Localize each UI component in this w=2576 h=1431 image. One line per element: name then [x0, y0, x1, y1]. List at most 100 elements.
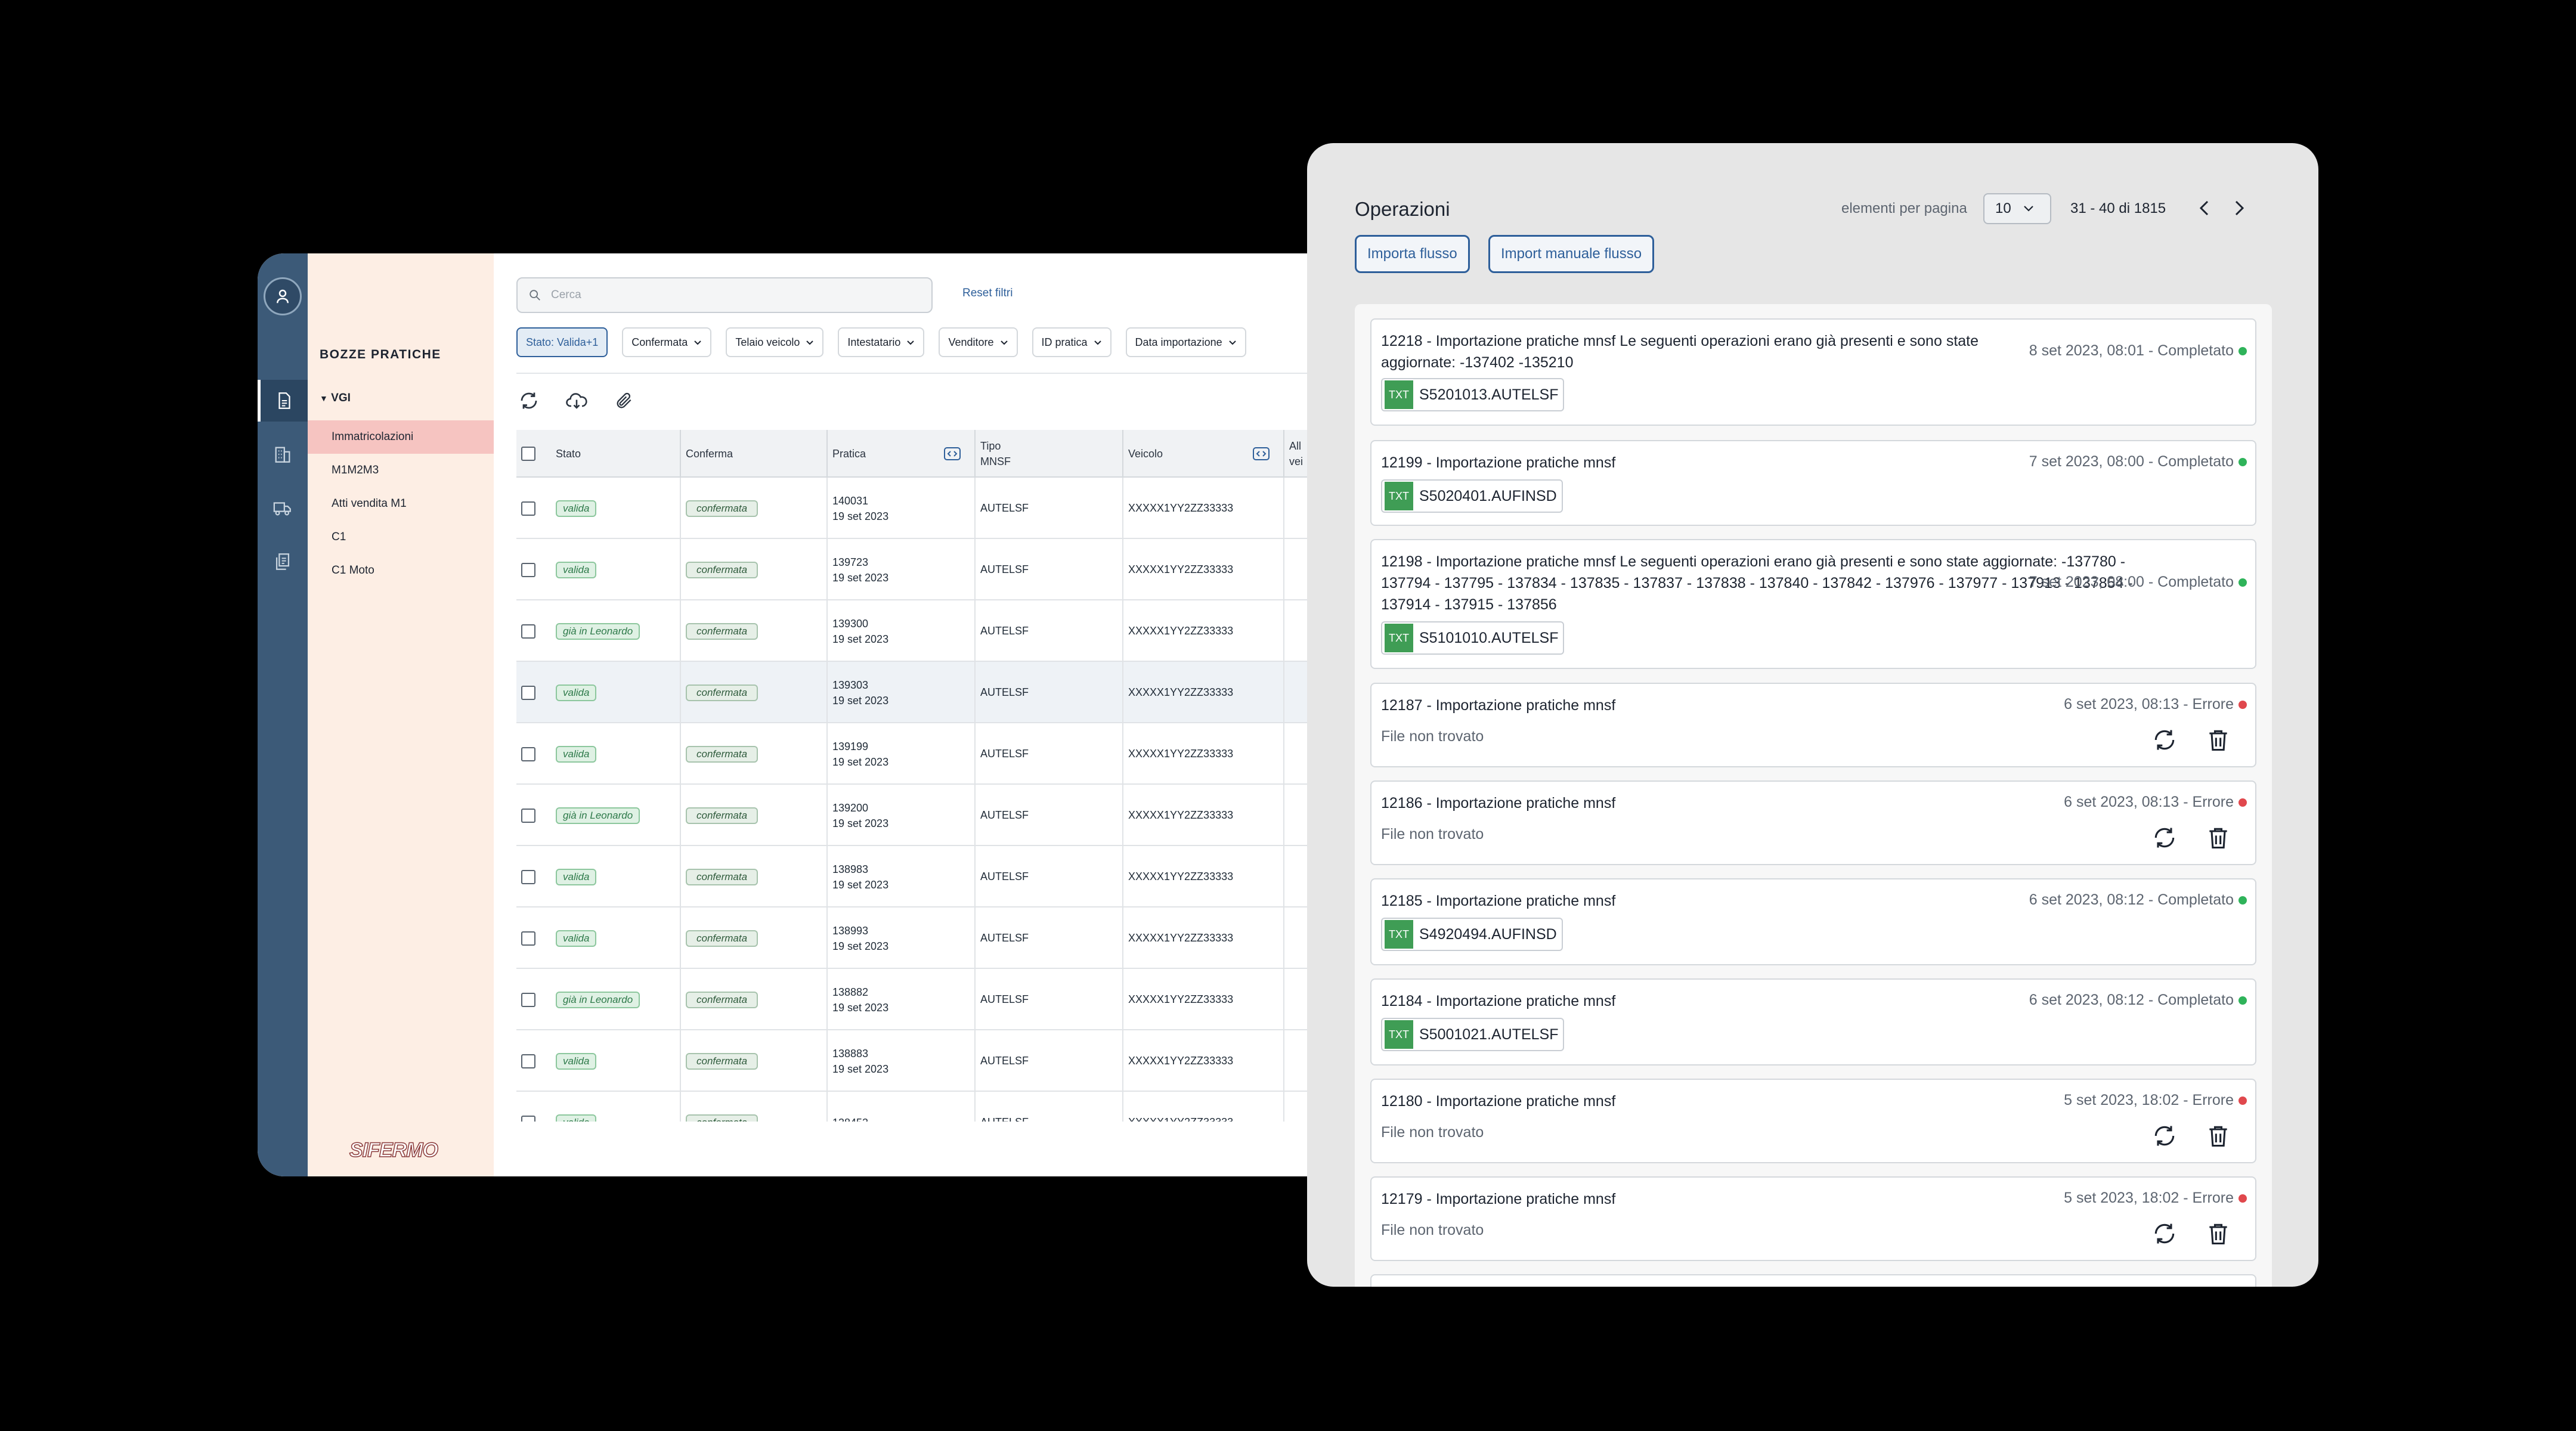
refresh-button[interactable] — [516, 388, 541, 413]
filter-3[interactable]: Intestatario — [838, 327, 925, 357]
subnav-item-atti-vendita[interactable]: Atti vendita M1 — [308, 487, 494, 521]
file-chip[interactable]: TXT S5020401.AUFINSD — [1381, 479, 1563, 513]
veicolo-value: XXXXX1YY2ZZ33333 — [1128, 871, 1234, 882]
header-extra-line1: All — [1289, 440, 1302, 452]
filter-1[interactable]: Confermata — [622, 327, 712, 357]
header-veicolo[interactable]: Veicolo — [1123, 430, 1284, 478]
chevron-down-icon — [806, 336, 814, 349]
attach-button[interactable] — [612, 388, 637, 413]
tipo-value: AUTELSF — [980, 502, 1029, 514]
row-checkbox[interactable] — [521, 562, 535, 577]
subnav-item-c1-moto[interactable]: C1 Moto — [308, 554, 494, 587]
header-stato[interactable]: Stato — [551, 430, 681, 478]
file-chip[interactable]: TXT S5101010.AUTELSF — [1381, 621, 1565, 655]
row-checkbox[interactable] — [521, 869, 535, 884]
table-row[interactable]: valida confermata 139199 19 set 2023 AUTELSF… — [516, 723, 1331, 785]
file-chip[interactable]: TXT S4920494.AUFINSD — [1381, 918, 1563, 951]
file-chip[interactable]: TXT S5001021.AUTELSF — [1381, 1018, 1565, 1051]
operation-status: 6 set 2023, 08:13 - Errore — [2064, 696, 2247, 713]
cell-veicolo: XXXXX1YY2ZZ33333 — [1123, 539, 1284, 600]
delete-button[interactable] — [2205, 727, 2231, 756]
select-all-checkbox[interactable] — [521, 447, 535, 461]
subnav-item-immatricolazioni[interactable]: Immatricolazioni — [308, 420, 494, 454]
per-page-select[interactable]: 10 — [1983, 193, 2051, 224]
delete-button[interactable] — [2205, 1221, 2231, 1250]
reset-filters-link[interactable]: Reset filtri — [962, 287, 1013, 300]
filter-6[interactable]: Data importazione — [1125, 327, 1246, 357]
header-veicolo-label: Veicolo — [1128, 447, 1163, 460]
import-flow-button[interactable]: Importa flusso — [1355, 235, 1470, 273]
subnav-group-vgi[interactable]: ▼ VGI — [320, 392, 351, 405]
row-checkbox[interactable] — [521, 1115, 535, 1122]
pratica-id: 140031 — [832, 494, 869, 507]
header-pratica[interactable]: Pratica — [828, 430, 976, 478]
search-input[interactable]: Cerca — [516, 277, 933, 313]
user-avatar[interactable] — [264, 277, 302, 315]
table-row[interactable]: valida confermata 139723 19 set 2023 AUTELSF… — [516, 539, 1331, 600]
row-checkbox[interactable] — [521, 685, 535, 700]
filter-bar: Stato: Valida+1 Confermata Telaio veicolo I… — [516, 327, 1246, 357]
retry-button[interactable] — [2151, 727, 2178, 756]
row-checkbox[interactable] — [521, 624, 535, 639]
confirm-badge: confermata — [686, 1052, 758, 1070]
prev-page-button[interactable] — [2196, 198, 2213, 221]
filter-label: Confermata — [631, 336, 688, 348]
file-name: S5101010.AUTELSF — [1419, 629, 1559, 646]
operations-list: 12218 - Importazione pratiche mnsf Le se… — [1355, 304, 2272, 1287]
manual-import-button[interactable]: Import manuale flusso — [1488, 235, 1655, 273]
header-tipo[interactable]: Tipo MNSF — [976, 430, 1123, 478]
row-checkbox[interactable] — [521, 931, 535, 946]
cell-tipo: AUTELSF — [976, 478, 1123, 539]
table-row[interactable]: valida confermata 138993 19 set 2023 AUTELSF… — [516, 907, 1331, 969]
rail-item-buildings[interactable] — [258, 433, 308, 475]
filter-4[interactable]: Venditore — [939, 327, 1018, 357]
subnav-item-c1[interactable]: C1 — [308, 521, 494, 554]
operation-text: 12184 - Importazione pratiche mnsf — [1381, 993, 1616, 1009]
confirm-badge: confermata — [686, 930, 758, 947]
row-checkbox[interactable] — [521, 501, 535, 516]
trash-icon — [2209, 1126, 2227, 1147]
cell-pratica: 138993 19 set 2023 — [828, 907, 976, 969]
header-conferma[interactable]: Conferma — [681, 430, 828, 478]
retry-button[interactable] — [2151, 1221, 2178, 1250]
veicolo-value: XXXXX1YY2ZZ33333 — [1128, 932, 1234, 944]
brand-logo: SIFERMO — [349, 1138, 438, 1162]
row-checkbox[interactable] — [521, 992, 535, 1007]
subnav-item-m1m2m3[interactable]: M1M2M3 — [308, 454, 494, 487]
cloud-download-icon — [566, 393, 587, 409]
rail-item-documents[interactable] — [258, 380, 308, 422]
cell-stato: valida — [551, 539, 681, 600]
row-checkbox[interactable] — [521, 1054, 535, 1068]
cell-pratica: 140031 19 set 2023 — [828, 478, 976, 539]
row-checkbox[interactable] — [521, 747, 535, 761]
delete-button[interactable] — [2205, 825, 2231, 854]
filter-2[interactable]: Telaio veicolo — [726, 327, 824, 357]
column-expand-icon[interactable] — [943, 446, 961, 461]
table-row[interactable]: valida confermata 138453 AUTELSF XXXXX1YY2ZZ… — [516, 1092, 1331, 1122]
table-row[interactable]: valida confermata 138883 19 set 2023 AUTELSF… — [516, 1030, 1331, 1092]
file-chip[interactable]: TXT S5201013.AUTELSF — [1381, 378, 1565, 411]
table-row[interactable]: valida confermata 139303 19 set 2023 AUTELSF… — [516, 662, 1331, 723]
table-row[interactable]: già in Leonardo confermata 139200 19 set 20… — [516, 785, 1331, 846]
retry-button[interactable] — [2151, 825, 2178, 854]
rail-item-trucks[interactable] — [258, 487, 308, 529]
trash-icon — [2209, 730, 2227, 751]
table-row[interactable]: valida confermata 138983 19 set 2023 AUTELSF… — [516, 846, 1331, 907]
filter-5[interactable]: ID pratica — [1032, 327, 1111, 357]
next-page-button[interactable] — [2230, 198, 2248, 221]
download-button[interactable] — [564, 388, 589, 413]
cell-veicolo: XXXXX1YY2ZZ33333 — [1123, 600, 1284, 662]
table-row[interactable]: già in Leonardo confermata 138882 19 set 20… — [516, 969, 1331, 1030]
column-expand-icon[interactable] — [1252, 446, 1270, 461]
veicolo-value: XXXXX1YY2ZZ33333 — [1128, 502, 1234, 514]
table-row[interactable]: valida confermata 140031 19 set 2023 AUTELSF… — [516, 478, 1331, 539]
status-badge: valida — [556, 684, 597, 701]
filter-0[interactable]: Stato: Valida+1 — [516, 327, 608, 357]
retry-button[interactable] — [2151, 1123, 2178, 1152]
operation-card: 12186 - Importazione pratiche mnsf 6 set … — [1370, 780, 2256, 865]
pagination-range: 31 - 40 di 1815 — [2070, 200, 2166, 216]
delete-button[interactable] — [2205, 1123, 2231, 1152]
table-row[interactable]: già in Leonardo confermata 139300 19 set 20… — [516, 600, 1331, 662]
row-checkbox[interactable] — [521, 808, 535, 823]
rail-item-copies[interactable] — [258, 541, 308, 583]
